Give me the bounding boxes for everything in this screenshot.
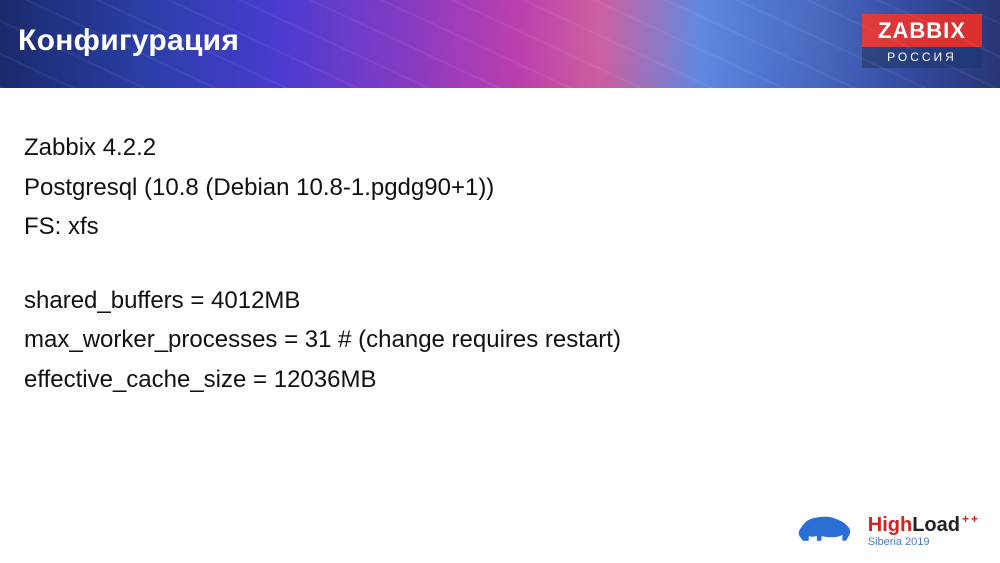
config-line: FS: xfs — [24, 207, 976, 247]
zabbix-logo-main: ZABBIX — [862, 14, 982, 47]
env-block: Zabbix 4.2.2 Postgresql (10.8 (Debian 10… — [24, 128, 976, 247]
zabbix-logo: ZABBIX РОССИЯ — [862, 14, 982, 68]
config-line: Zabbix 4.2.2 — [24, 128, 976, 168]
highload-main: HighLoad++ — [868, 515, 978, 536]
bear-icon — [796, 507, 854, 549]
highload-logo: HighLoad++ Siberia 2019 — [868, 515, 978, 549]
slide-title: Конфигурация — [18, 24, 239, 58]
config-line: Postgresql (10.8 (Debian 10.8-1.pgdg90+1… — [24, 168, 976, 208]
config-line: effective_cache_size = 12036MB — [24, 360, 976, 400]
zabbix-logo-sub: РОССИЯ — [862, 47, 982, 68]
slide-header: Конфигурация ZABBIX РОССИЯ — [0, 0, 1000, 88]
highload-load: Load — [912, 514, 960, 536]
config-line: max_worker_processes = 31 # (change requ… — [24, 320, 976, 360]
slide-content: Zabbix 4.2.2 Postgresql (10.8 (Debian 10… — [0, 88, 1000, 400]
highload-plus: ++ — [962, 512, 980, 526]
params-block: shared_buffers = 4012MB max_worker_proce… — [24, 281, 976, 400]
config-line: shared_buffers = 4012MB — [24, 281, 976, 321]
highload-sub: Siberia 2019 — [868, 537, 978, 549]
slide-footer: HighLoad++ Siberia 2019 — [796, 507, 978, 549]
highload-high: High — [868, 514, 912, 536]
